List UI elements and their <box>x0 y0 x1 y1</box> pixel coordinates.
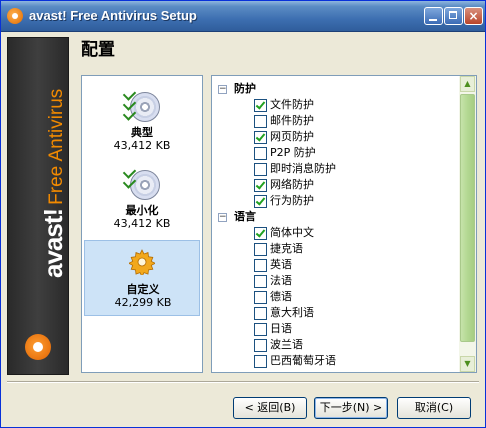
checkbox[interactable] <box>254 243 267 256</box>
item-label: 邮件防护 <box>270 114 314 127</box>
next-button[interactable]: 下一步(N) > <box>314 397 388 419</box>
scroll-down-button[interactable]: ▼ <box>460 356 475 372</box>
maximize-button[interactable] <box>444 7 463 25</box>
scroll-thumb[interactable] <box>460 94 475 342</box>
checkbox[interactable] <box>254 195 267 208</box>
item-label: 行为防护 <box>270 194 314 207</box>
brand-tagline: Free Antivirus <box>46 88 67 205</box>
option-size: 43,412 KB <box>113 139 171 152</box>
cancel-button[interactable]: 取消(C) <box>397 397 471 419</box>
setup-window: avast! Free Antivirus Setup × avast! Free… <box>0 0 486 428</box>
brand-sidebar: avast! Free Antivirus <box>7 37 69 375</box>
group-label: 语言 <box>234 210 256 223</box>
option-typical[interactable]: 典型 43,412 KB <box>84 84 200 156</box>
checkbox[interactable] <box>254 307 267 320</box>
checkbox[interactable] <box>254 291 267 304</box>
close-button[interactable]: × <box>464 7 483 25</box>
collapse-icon[interactable]: − <box>218 85 227 94</box>
minimize-button[interactable] <box>424 7 443 25</box>
checkbox[interactable] <box>254 259 267 272</box>
checklist-icon <box>122 87 137 121</box>
option-size: 42,299 KB <box>114 296 172 309</box>
option-name: 典型 <box>131 126 153 139</box>
checkbox[interactable] <box>254 323 267 336</box>
checkbox[interactable] <box>254 131 267 144</box>
item-label: 日语 <box>270 322 292 335</box>
option-name: 自定义 <box>126 283 160 296</box>
item-label: 网络防护 <box>270 178 314 191</box>
item-label: 捷克语 <box>270 242 303 255</box>
avast-ball-icon <box>25 334 51 360</box>
option-size: 43,412 KB <box>113 217 171 230</box>
item-label: 波兰语 <box>270 338 303 351</box>
gear-icon <box>129 249 155 275</box>
checklist-icon <box>122 165 137 196</box>
item-label: 德语 <box>270 290 292 303</box>
item-label: 英语 <box>270 258 292 271</box>
scroll-up-button[interactable]: ▲ <box>460 76 475 92</box>
component-tree[interactable]: − 防护 文件防护 邮件防护 网页防护 P2P 防护 即时消息防护 网络防护 行… <box>211 75 477 373</box>
maximize-icon <box>449 11 457 19</box>
option-minimal[interactable]: 最小化 43,412 KB <box>84 162 200 234</box>
window-title: avast! Free Antivirus Setup <box>29 8 197 23</box>
item-label: 即时消息防护 <box>270 162 336 175</box>
checkbox[interactable] <box>254 339 267 352</box>
item-label: 简体中文 <box>270 226 314 239</box>
group-label: 防护 <box>234 82 256 95</box>
item-label: 意大利语 <box>270 306 314 319</box>
item-label: 法语 <box>270 274 292 287</box>
checkbox[interactable] <box>254 179 267 192</box>
brand-name: avast! <box>38 208 68 278</box>
title-bar[interactable]: avast! Free Antivirus Setup × <box>1 1 485 32</box>
option-custom[interactable]: 自定义 42,299 KB <box>84 240 200 316</box>
checkbox[interactable] <box>254 275 267 288</box>
checkbox[interactable] <box>254 163 267 176</box>
vertical-scrollbar[interactable]: ▲ ▼ <box>459 76 476 372</box>
minimize-icon <box>429 19 437 21</box>
item-label: 网页防护 <box>270 130 314 143</box>
checkbox[interactable] <box>254 147 267 160</box>
close-icon: × <box>468 9 479 23</box>
collapse-icon[interactable]: − <box>218 213 227 222</box>
item-label: 巴西葡萄牙语 <box>270 354 336 367</box>
avast-logo-icon <box>7 8 23 24</box>
item-label: P2P 防护 <box>270 146 316 159</box>
checkbox[interactable] <box>254 227 267 240</box>
checkbox[interactable] <box>254 355 267 368</box>
checkbox[interactable] <box>254 115 267 128</box>
setup-type-list: 典型 43,412 KB 最小化 43,412 KB 自定义 42,299 KB <box>81 75 203 373</box>
back-button[interactable]: < 返回(B) <box>233 397 307 419</box>
checkbox[interactable] <box>254 99 267 112</box>
item-label: 文件防护 <box>270 98 314 111</box>
footer-divider <box>7 381 479 383</box>
option-name: 最小化 <box>125 204 159 217</box>
page-title: 配置 <box>81 40 115 60</box>
brand-wordmark: avast! Free Antivirus <box>38 89 69 278</box>
